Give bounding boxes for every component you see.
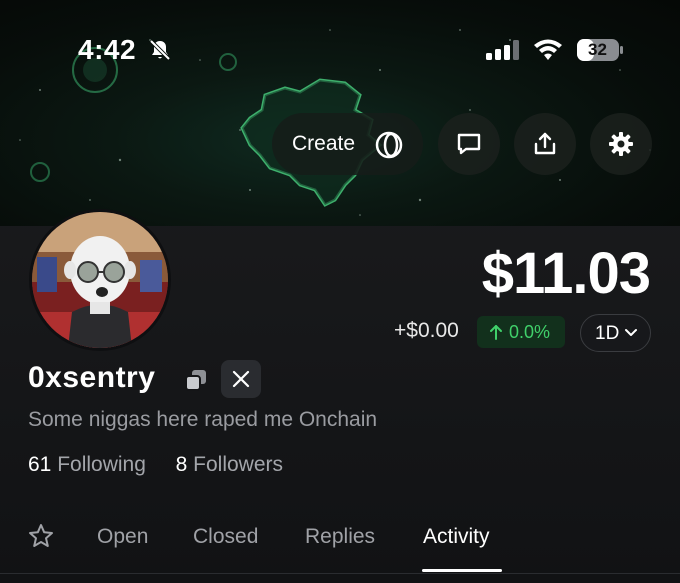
cellular-signal-icon xyxy=(486,40,519,60)
follow-stats: 61 Following 8 Followers xyxy=(28,453,283,477)
avatar[interactable] xyxy=(29,209,171,351)
arrow-up-icon xyxy=(490,325,502,340)
message-icon xyxy=(457,133,481,155)
balance-change-amount: +$0.00 xyxy=(394,319,459,342)
balance-change-percent-badge: 0.0% xyxy=(477,316,565,348)
following-label: Following xyxy=(57,453,146,476)
tab-closed[interactable]: Closed xyxy=(193,525,258,549)
create-label: Create xyxy=(292,132,356,155)
following-count: 61 xyxy=(28,453,52,476)
x-logo-icon xyxy=(232,370,250,388)
following-link[interactable]: 61 Following xyxy=(28,453,146,476)
balance-change-percent: 0.0% xyxy=(509,322,551,342)
active-tab-indicator xyxy=(422,569,502,572)
share-icon xyxy=(534,132,556,155)
tab-activity[interactable]: Activity xyxy=(423,525,490,549)
tab-replies[interactable]: Replies xyxy=(305,525,375,549)
time-range-selector[interactable]: 1D xyxy=(580,314,651,352)
profile-bio: Some niggas here raped me Onchain xyxy=(28,408,378,431)
copy-icon[interactable] xyxy=(183,367,209,393)
profile-username: 0xsentry xyxy=(28,361,156,394)
battery-indicator: 32 xyxy=(576,38,624,62)
tab-open[interactable]: Open xyxy=(97,525,148,549)
profile-screen: 4:42 32 Create $11.03 +$0.00 0.0% 1D 0xs… xyxy=(0,0,680,583)
message-button[interactable] xyxy=(438,113,500,175)
followers-link[interactable]: 8 Followers xyxy=(176,453,283,476)
time-range-value: 1D xyxy=(595,323,620,344)
gear-icon xyxy=(609,132,633,156)
share-button[interactable] xyxy=(514,113,576,175)
profile-banner: 4:42 32 Create xyxy=(0,0,680,226)
followers-count: 8 xyxy=(175,453,188,476)
x-profile-link[interactable] xyxy=(221,360,261,398)
avatar-image xyxy=(32,212,168,348)
create-coin-icon xyxy=(375,131,403,159)
chevron-down-icon xyxy=(625,329,637,336)
bell-muted-icon xyxy=(149,39,171,61)
wifi-icon xyxy=(534,39,562,60)
portfolio-balance: $11.03 xyxy=(481,241,651,306)
battery-level: 32 xyxy=(588,40,607,59)
tabs-divider xyxy=(0,573,680,574)
status-bar: 4:42 32 xyxy=(0,0,680,100)
star-icon[interactable] xyxy=(28,523,54,549)
followers-label: Followers xyxy=(193,453,283,476)
status-time: 4:42 xyxy=(78,34,137,65)
settings-button[interactable] xyxy=(590,113,652,175)
create-button[interactable]: Create xyxy=(272,113,423,175)
